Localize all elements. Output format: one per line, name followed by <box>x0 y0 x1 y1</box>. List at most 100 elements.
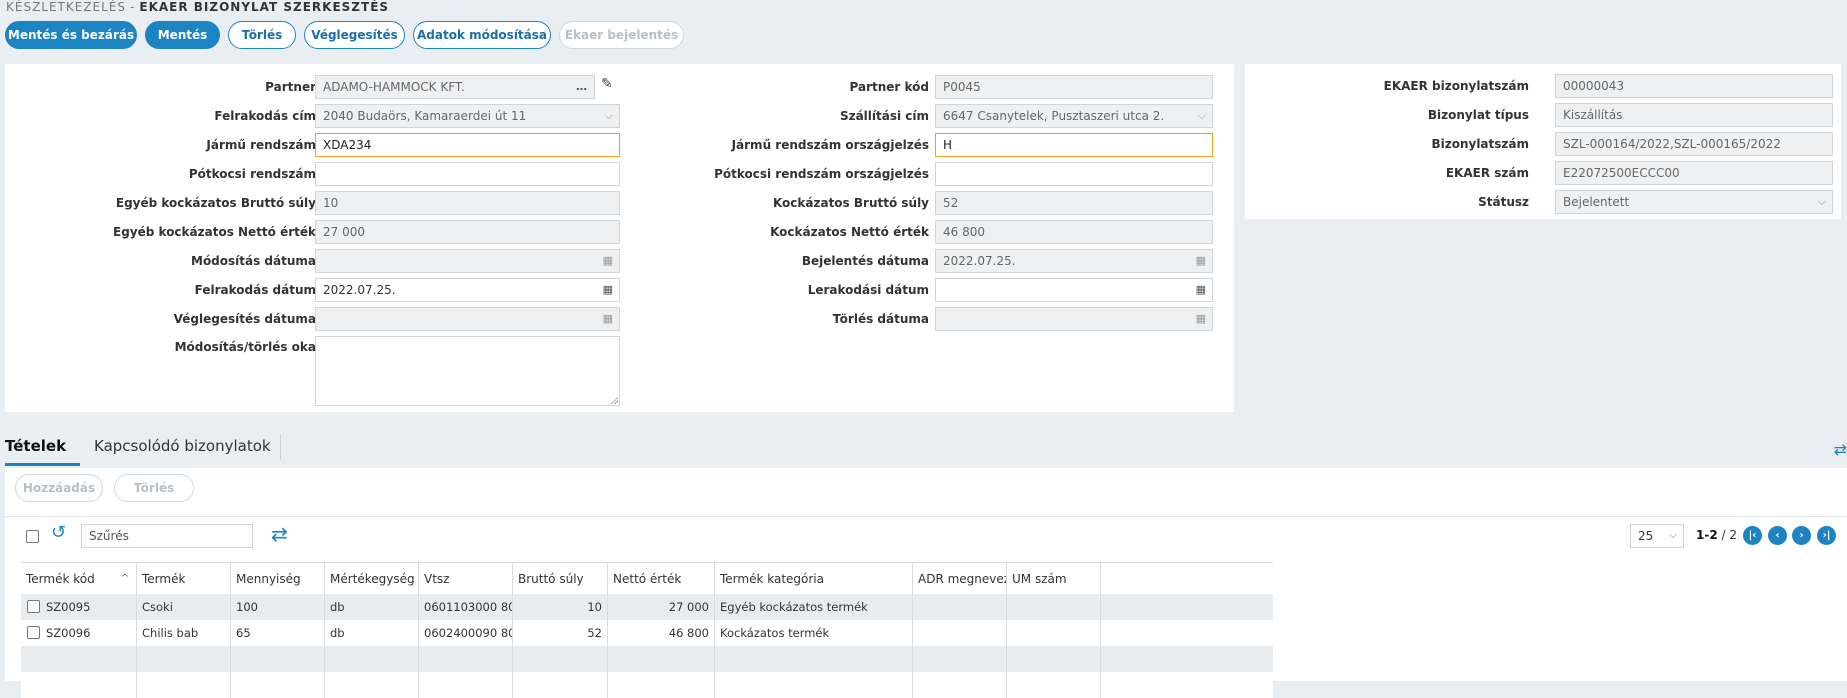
edit-icon[interactable]: ✎ <box>601 76 613 92</box>
table-row[interactable]: SZ0096 Chilis bab 65 db 0602400090 80 52… <box>21 620 1273 646</box>
finalize-button[interactable]: Véglegesítés <box>304 21 405 49</box>
risky-gross-weight-field: 52 <box>935 191 1213 215</box>
table-row-empty <box>21 672 1273 698</box>
more-options-icon[interactable]: … <box>576 76 588 98</box>
partner-field[interactable]: ADAMO-HAMMOCK KFT. … <box>315 75 595 99</box>
cell-product-code: SZ0096 <box>46 626 91 640</box>
other-net-value-field: 27 000 <box>315 220 620 244</box>
page-size-select[interactable]: 25 ⌵ <box>1630 524 1684 548</box>
delete-button[interactable]: Törlés <box>228 21 296 49</box>
finalized-date-label: Véglegesítés dátuma <box>173 312 316 326</box>
save-close-button[interactable]: Mentés és bezárás <box>5 21 137 49</box>
column-header-product[interactable]: Termék <box>137 563 231 595</box>
loading-address-select[interactable]: 2040 Budaörs, Kamaraerdei út 11 ⌵ <box>315 104 620 128</box>
trailer-plate-input[interactable] <box>315 162 620 186</box>
page-title: KÉSZLETKEZELÉS - EKAER BIZONYLAT SZERKESZT… <box>6 0 389 16</box>
empty-cell <box>231 672 325 698</box>
trailer-country-label: Pótkocsi rendszám országjelzés <box>714 167 929 181</box>
cell-un-number <box>1007 594 1101 620</box>
row-checkbox[interactable] <box>27 626 40 639</box>
tab-items[interactable]: Tételek <box>5 432 80 466</box>
trailer-country-input[interactable] <box>935 162 1213 186</box>
vehicle-country-input[interactable]: H <box>935 133 1213 157</box>
unloading-date-label: Lerakodási dátum <box>807 283 929 297</box>
other-net-value-label: Egyéb kockázatos Nettó érték <box>113 225 316 239</box>
first-page-icon[interactable]: |‹ <box>1743 526 1762 545</box>
cell-vtsz: 0601103000 80 <box>419 594 513 620</box>
ekaer-doc-no-label: EKAER bizonylatszám <box>1383 79 1529 93</box>
last-page-icon[interactable]: ›| <box>1817 526 1836 545</box>
swap-icon[interactable]: ⇄ <box>271 522 288 546</box>
empty-cell <box>137 646 231 672</box>
cell-product: Chilis bab <box>137 620 231 646</box>
column-header-adr-name[interactable]: ADR megnevezés <box>913 563 1007 595</box>
loading-date-label: Felrakodás dátum <box>194 283 316 297</box>
reason-textarea[interactable] <box>315 336 620 406</box>
column-header-vtsz[interactable]: Vtsz <box>419 563 513 595</box>
calendar-icon[interactable]: ▦ <box>603 279 613 301</box>
row-checkbox[interactable] <box>27 600 40 613</box>
partner-code-field: P0045 <box>935 75 1213 99</box>
items-toolbar: Hozzáadás Törlés <box>15 474 194 502</box>
document-title: EKAER BIZONYLAT SZERKESZTÉS <box>139 0 390 14</box>
column-title: Termék kód <box>26 572 95 586</box>
ekaer-doc-no-field: 00000043 <box>1555 74 1833 98</box>
partner-value: ADAMO-HAMMOCK KFT. <box>323 80 465 94</box>
status-select: Bejelentett ⌵ <box>1555 190 1833 214</box>
modified-date-label: Módosítás dátuma <box>191 254 316 268</box>
loading-address-value: 2040 Budaörs, Kamaraerdei út 11 <box>323 109 527 123</box>
resize-handle-icon[interactable] <box>610 396 618 404</box>
empty-cell <box>231 646 325 672</box>
chevron-down-icon: ⌵ <box>1817 195 1826 208</box>
risky-net-value-field: 46 800 <box>935 220 1213 244</box>
tab-bar: Tételek Kapcsolódó bizonylatok ⇄ <box>0 432 1847 466</box>
cell-gross-weight: 52 <box>513 620 608 646</box>
partner-code-label: Partner kód <box>849 80 930 94</box>
empty-cell <box>513 646 608 672</box>
calendar-icon: ▦ <box>602 312 613 325</box>
unloading-date-input[interactable]: ▦ <box>935 278 1213 302</box>
calendar-icon: ▦ <box>1195 312 1206 325</box>
page-total: 2 <box>1729 528 1737 542</box>
tab-divider <box>280 434 281 460</box>
column-header-unit[interactable]: Mértékegység <box>325 563 419 595</box>
modify-data-button[interactable]: Adatok módosítása <box>413 21 551 49</box>
empty-cell <box>715 646 913 672</box>
other-gross-weight-field: 10 <box>315 191 620 215</box>
cell-gross-weight: 10 <box>513 594 608 620</box>
vehicle-plate-input[interactable]: XDA234 <box>315 133 620 157</box>
calendar-icon[interactable]: ▦ <box>1196 279 1206 301</box>
document-form-panel: Partner ADAMO-HAMMOCK KFT. … ✎ Felrakodá… <box>5 64 1234 412</box>
column-header-category[interactable]: Termék kategória <box>715 563 913 595</box>
chevron-down-icon: ⌵ <box>604 109 613 122</box>
select-all-checkbox[interactable] <box>26 530 39 543</box>
column-header-quantity[interactable]: Mennyiség <box>231 563 325 595</box>
table-row[interactable]: SZ0095 Csoki 100 db 0601103000 80 10 27 … <box>21 594 1273 620</box>
vehicle-country-label: Jármű rendszám országjelzés <box>731 138 929 152</box>
column-header-net-value[interactable]: Nettó érték <box>608 563 715 595</box>
delivery-address-select[interactable]: 6647 Csanytelek, Pusztaszeri utca 2. ⌵ <box>935 104 1213 128</box>
add-item-button: Hozzáadás <box>15 474 103 502</box>
prev-page-icon[interactable]: ‹ <box>1768 526 1787 545</box>
empty-cell <box>137 672 231 698</box>
settings-swap-icon[interactable]: ⇄ <box>1834 440 1847 459</box>
doc-no-label: Bizonylatszám <box>1431 137 1529 151</box>
column-header-un-number[interactable]: UM szám <box>1007 563 1101 595</box>
save-button[interactable]: Mentés <box>145 21 220 49</box>
table-row-empty <box>21 646 1273 672</box>
empty-cell <box>608 672 715 698</box>
empty-cell <box>419 672 513 698</box>
filter-input[interactable]: Szűrés <box>81 524 253 548</box>
partner-label: Partner <box>265 80 316 94</box>
loading-date-input[interactable]: 2022.07.25. ▦ <box>315 278 620 302</box>
column-header-product-code[interactable]: Termék kód ^ <box>21 563 137 595</box>
empty-cell <box>513 672 608 698</box>
cell-adr-name <box>913 620 1007 646</box>
tab-related-documents[interactable]: Kapcsolódó bizonylatok <box>94 432 271 466</box>
column-header-gross-weight[interactable]: Bruttó súly <box>513 563 608 595</box>
next-page-icon[interactable]: › <box>1792 526 1811 545</box>
reset-icon[interactable]: ↺ <box>51 522 66 543</box>
vehicle-plate-label: Jármű rendszám <box>206 138 316 152</box>
sort-asc-icon: ^ <box>120 573 129 584</box>
loading-date-value: 2022.07.25. <box>323 283 396 297</box>
